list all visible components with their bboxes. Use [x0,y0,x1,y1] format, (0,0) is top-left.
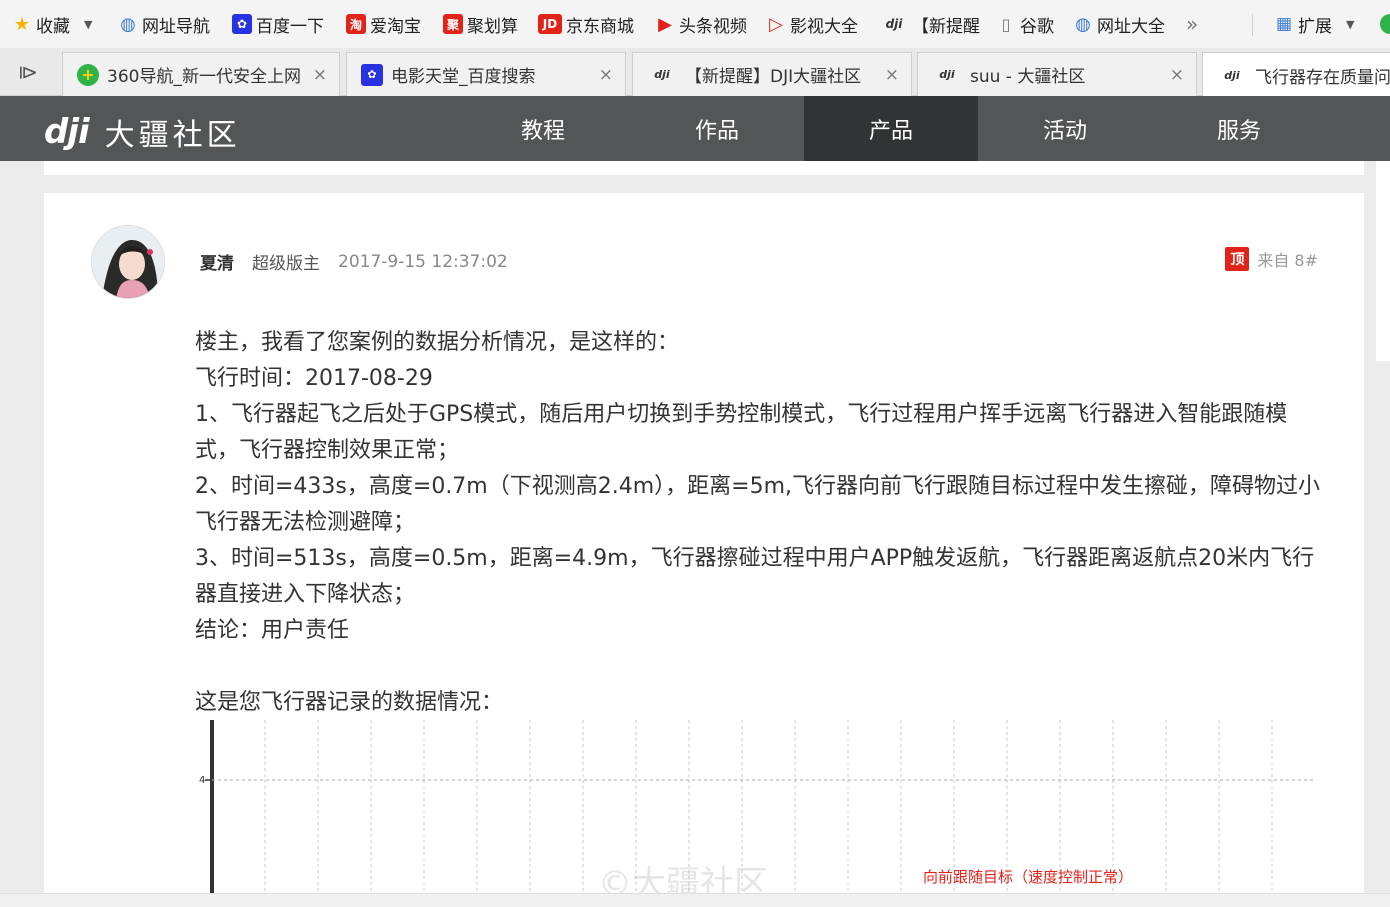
post-paragraph: 这是您飞行器记录的数据情况： [195,690,504,715]
post-paragraph: 3、时间=513s，高度=0.5m，距离=4.9m，飞行器擦碰过程中用户APP触… [195,546,1315,607]
bookmark-dji-reminder[interactable]: dji 【新提醒 [880,0,980,48]
bookmark-favorites[interactable]: ★ 收藏 ▼ [12,0,93,48]
paw-icon: ✿ [232,14,252,34]
360-icon: + [77,63,99,86]
dji-icon: dji [1224,68,1240,82]
bookmark-juhuasuan[interactable]: 聚 聚划算 [443,0,518,48]
dji-icon: dji [885,17,903,31]
tab-strip: ⧐ + 360导航_新一代安全上网 × ✿ 电影天堂_百度搜索 × dji 【新… [0,48,1390,97]
globe-icon: ◍ [1075,13,1091,35]
tab-dji-reminder[interactable]: dji 【新提醒】DJI大疆社区 × [632,52,912,96]
site-logo-text: 大疆社区 [104,118,241,153]
dji-icon: dji [654,68,670,81]
post-body: 楼主，我看了您案例的数据分析情况，是这样的： 飞行时间：2017-08-29 1… [195,325,1325,721]
horizontal-scrollbar[interactable] [0,893,1390,907]
bookmark-jd[interactable]: JD 京东商城 [538,0,634,48]
post-card: 夏清 超级版主 2017-9-15 12:37:02 顶 来自 8# 楼主，我看… [44,193,1364,907]
post-time: 2017-9-15 12:37:02 [338,251,508,272]
paw-icon: ✿ [361,63,383,86]
tab-current-post[interactable]: dji 飞行器存在质量问 [1202,52,1390,97]
avatar[interactable] [91,225,165,299]
author-role-badge: 超级版主 [252,254,320,274]
play-outline-icon: ▷ [769,13,783,35]
sidebar-toggle-button[interactable]: ⧐ [18,60,38,84]
page-icon: ▯ [1001,14,1011,34]
tab-suu-dji[interactable]: dji suu - 大疆社区 × [917,52,1197,96]
nav-events[interactable]: 活动 [978,96,1152,161]
previous-post-bottom [44,161,1364,175]
star-icon: ★ [13,13,31,35]
bookmark-aitaobao[interactable]: 淘 爱淘宝 [346,0,421,48]
tab-close-icon[interactable]: × [599,65,613,85]
bookmark-more-button[interactable]: » [1186,0,1198,48]
avatar-image [92,226,164,298]
bookmark-toutiao-video[interactable]: ▶ 头条视频 [655,0,747,48]
globe-icon: ◍ [120,13,136,35]
site-logo[interactable]: dji 大疆社区 [44,110,241,154]
nav-service[interactable]: 服务 [1152,96,1326,161]
post-author[interactable]: 夏清 [200,249,234,274]
juhuasuan-icon: 聚 [443,14,463,34]
bookmark-google[interactable]: ▯ 谷歌 [996,0,1054,48]
chevron-down-icon[interactable]: ▼ [1346,18,1354,31]
post-floor-number: 来自 8# [1257,251,1318,270]
bookmark-url-collection[interactable]: ◍ 网址大全 [1073,0,1165,48]
tab-close-icon[interactable]: × [885,65,899,85]
bookmark-url-nav[interactable]: ◍ 网址导航 [118,0,210,48]
bookmark-divider [1252,14,1253,36]
browser-extension-icon[interactable] [1380,0,1390,48]
chevron-down-icon[interactable]: ▼ [84,18,92,31]
nav-products[interactable]: 产品 [804,96,978,161]
tab-close-icon[interactable]: × [1170,65,1184,85]
chart-annotation: 向前跟随目标（速度控制正常） [923,868,1133,886]
tab-360-nav[interactable]: + 360导航_新一代安全上网 × [62,52,340,96]
green-circle-icon [1380,14,1390,34]
bookmarks-bar: ★ 收藏 ▼ ◍ 网址导航 ✿ 百度一下 淘 爱淘宝 聚 聚划算 JD 京东商城… [0,0,1390,48]
jd-icon: JD [538,14,562,34]
post-paragraph: 飞行时间：2017-08-29 [195,366,433,391]
bookmark-yingshi[interactable]: ▷ 影视大全 [766,0,858,48]
upvote-button[interactable]: 顶 [1225,247,1250,271]
extensions-grid-icon: ▦ [1275,14,1293,34]
bookmark-baidu[interactable]: ✿ 百度一下 [232,0,324,48]
post-floor-info: 顶 来自 8# [1225,247,1318,271]
post-paragraph: 1、飞行器起飞之后处于GPS模式，随后用户切换到手势控制模式，飞行过程用户挥手远… [195,402,1288,463]
post-paragraph: 2、时间=433s，高度=0.7m（下视测高2.4m），距离=5m,飞行器向前飞… [195,474,1321,535]
post-paragraph: 楼主，我看了您案例的数据分析情况，是这样的： [195,330,680,355]
extensions-button[interactable]: ▦ 扩展 ▼ [1274,0,1355,48]
post-paragraph: 结论：用户责任 [195,618,350,643]
dji-logo-mark: dji [44,112,90,152]
sidebar-panel-edge [1376,161,1390,361]
tab-close-icon[interactable]: × [313,65,327,85]
chart-y-tick-label: 4 [199,775,205,786]
taobao-icon: 淘 [346,14,366,34]
tab-baidu-search[interactable]: ✿ 电影天堂_百度搜索 × [346,52,626,96]
post-meta: 夏清 超级版主 2017-9-15 12:37:02 [200,249,508,275]
nav-works[interactable]: 作品 [630,96,804,161]
nav-tutorial[interactable]: 教程 [456,96,630,161]
play-icon: ▶ [658,13,672,35]
site-nav-bar: dji 大疆社区 教程 作品 产品 活动 服务 [0,96,1390,161]
dji-icon: dji [939,68,955,81]
